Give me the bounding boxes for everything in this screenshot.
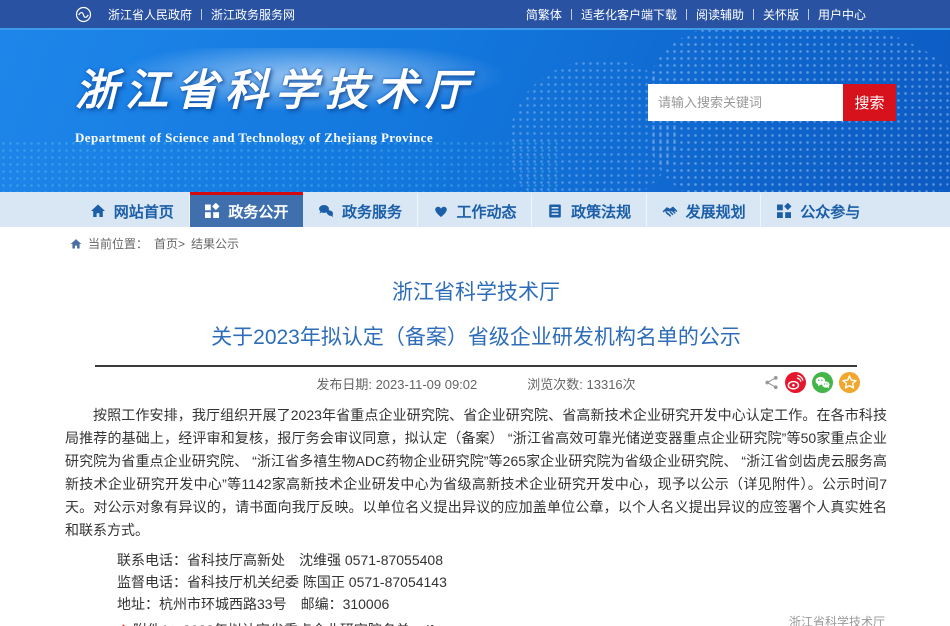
page: 浙江省人民政府 浙江政务服务网 简繁体 适老化客户端下载 阅读辅助 关怀版 用户… xyxy=(0,0,950,626)
topbar-link-gov[interactable]: 浙江省人民政府 xyxy=(99,6,201,23)
view-count: 浏览次数: 13316次 xyxy=(527,374,635,393)
gov-emblem-icon xyxy=(75,6,92,23)
publish-date-value: 2023-11-09 09:02 xyxy=(376,377,478,392)
view-count-value: 13316次 xyxy=(587,377,636,392)
article: 浙江省科学技术厅 关于2023年拟认定（备案）省级企业研发机构名单的公示 发布日… xyxy=(65,276,887,626)
topbar-right: 简繁体 适老化客户端下载 阅读辅助 关怀版 用户中心 xyxy=(526,6,875,23)
nav-tab-work-news[interactable]: 工作动态 xyxy=(418,192,533,227)
nav-tab-home[interactable]: 网站首页 xyxy=(75,192,190,227)
view-count-label: 浏览次数: xyxy=(527,377,583,392)
article-title-line2: 关于2023年拟认定（备案）省级企业研发机构名单的公示 xyxy=(65,321,887,351)
breadcrumb-location-label: 当前位置： xyxy=(88,235,148,252)
share-bar xyxy=(764,372,860,393)
article-paragraph: 按照工作安排，我厅组织开展了2023年省重点企业研究院、省企业研究院、省高新技术… xyxy=(65,404,887,542)
topbar-link-simplified[interactable]: 简繁体 xyxy=(526,6,571,23)
nav-tab-label: 网站首页 xyxy=(114,201,174,222)
publish-date-label: 发布日期: xyxy=(316,377,372,392)
topbar-link-reading-aid[interactable]: 阅读辅助 xyxy=(687,6,753,23)
dot-wave-decoration xyxy=(0,140,560,192)
share-icon[interactable] xyxy=(764,375,779,390)
topbar-link-care-version[interactable]: 关怀版 xyxy=(754,6,808,23)
nav-tab-label: 发展规划 xyxy=(686,201,746,222)
nav-tab-development-plans[interactable]: 发展规划 xyxy=(647,192,762,227)
contact-line-supervision: 监督电话：省科技厅机关纪委 陈国正 0571-87054143 xyxy=(117,571,887,593)
heart-icon xyxy=(433,203,449,219)
seal-icon xyxy=(776,203,792,219)
nav-tab-label: 政务服务 xyxy=(342,201,402,222)
site-banner: 浙江省科学技术厅 Department of Science and Techn… xyxy=(0,28,950,192)
article-meta: 发布日期: 2023-11-09 09:02 浏览次数: 13316次 xyxy=(65,367,887,399)
document-icon xyxy=(547,203,563,219)
nav-tab-gov-disclosure[interactable]: 政务公开 xyxy=(190,192,304,227)
seal-icon xyxy=(204,203,220,219)
search-button[interactable]: 搜索 xyxy=(843,84,896,121)
attachment-link[interactable]: 附件1：2023年拟认定省重点企业研究院名单.pdf xyxy=(133,620,433,626)
search-input[interactable] xyxy=(648,84,843,121)
nav-tab-label: 政策法规 xyxy=(571,201,631,222)
site-subtitle: Department of Science and Technology of … xyxy=(75,130,475,146)
breadcrumb-home[interactable]: 首页> xyxy=(154,235,185,252)
nav-tab-gov-services[interactable]: 政务服务 xyxy=(303,192,418,227)
handshake-icon xyxy=(662,203,678,219)
search-bar: 搜索 xyxy=(648,84,896,121)
main-nav: 网站首页 政务公开 政务服务 工作动态 xyxy=(0,192,950,227)
breadcrumb-current: 结果公示 xyxy=(191,235,239,252)
contact-info: 联系电话：省科技厅高新处 沈维强 0571-87055408 监督电话：省科技厅… xyxy=(65,549,887,615)
publish-date: 发布日期: 2023-11-09 09:02 xyxy=(316,374,477,393)
nav-tab-label: 政务公开 xyxy=(228,201,288,222)
home-icon xyxy=(90,203,106,219)
footer-agency-name: 浙江省科学技术厅 xyxy=(757,613,917,626)
topbar-link-elder-client[interactable]: 适老化客户端下载 xyxy=(572,6,686,23)
nav-tab-public-participation[interactable]: 公众参与 xyxy=(761,192,875,227)
article-title-line1: 浙江省科学技术厅 xyxy=(65,276,887,306)
topbar-link-user-center[interactable]: 用户中心 xyxy=(809,6,875,23)
contact-line-address: 地址：杭州市环城西路33号 邮编：310006 xyxy=(117,593,887,615)
wechat-icon[interactable] xyxy=(812,372,833,393)
location-home-icon xyxy=(70,238,82,250)
chat-bubbles-icon xyxy=(318,203,334,219)
qzone-star-icon[interactable] xyxy=(839,372,860,393)
topbar-left: 浙江省人民政府 浙江政务服务网 xyxy=(75,6,304,23)
weibo-icon[interactable] xyxy=(785,372,806,393)
nav-tab-policies[interactable]: 政策法规 xyxy=(532,192,647,227)
world-map-dots xyxy=(510,60,680,192)
nav-tab-label: 公众参与 xyxy=(800,201,860,222)
top-utility-bar: 浙江省人民政府 浙江政务服务网 简繁体 适老化客户端下载 阅读辅助 关怀版 用户… xyxy=(0,0,950,28)
contact-line-phone: 联系电话：省科技厅高新处 沈维强 0571-87055408 xyxy=(117,549,887,571)
site-title: 浙江省科学技术厅 xyxy=(75,56,475,118)
breadcrumb: 当前位置： 首页> 结果公示 xyxy=(0,227,950,258)
topbar-link-service-net[interactable]: 浙江政务服务网 xyxy=(202,6,304,23)
site-logo: 浙江省科学技术厅 Department of Science and Techn… xyxy=(75,56,475,146)
nav-tab-label: 工作动态 xyxy=(457,201,517,222)
